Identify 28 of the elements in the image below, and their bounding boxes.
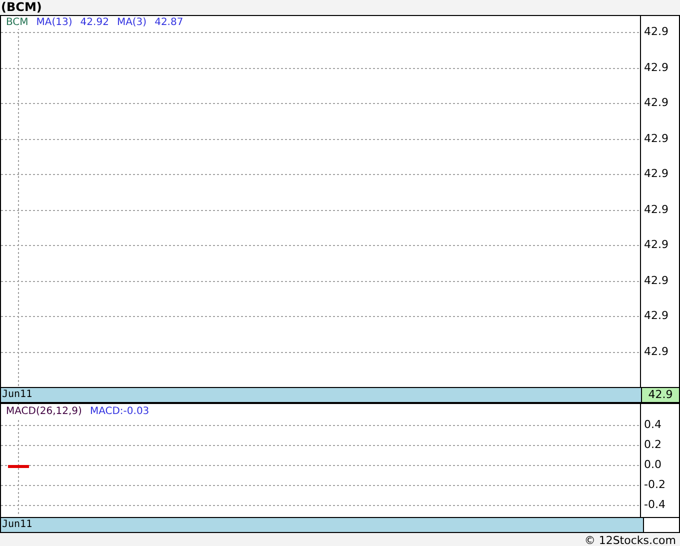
axis-label: 42.9 — [644, 238, 668, 252]
legend-label: 42.92 — [80, 16, 109, 29]
legend-label: MA(3) — [116, 16, 147, 29]
axis-label: 42.9 — [644, 274, 668, 288]
axis-label: 42.9 — [644, 25, 668, 39]
axis-label: 42.9 — [644, 203, 668, 217]
macd-bar — [8, 465, 29, 468]
legend-label: MACD(26,12,9) — [6, 405, 82, 418]
axis-label: 0.4 — [644, 418, 662, 432]
last-price-tag: 42.9 — [641, 388, 679, 402]
axis-label: -0.2 — [644, 478, 666, 492]
axis-label: 42.9 — [644, 167, 668, 181]
legend-label: 42.87 — [154, 16, 184, 29]
axis-label: 42.9 — [644, 345, 668, 359]
chart-title: (BCM) — [0, 0, 42, 15]
legend-label: BCM — [6, 16, 28, 29]
date-label: Jun11 — [1, 388, 641, 402]
axis-label: 0.0 — [644, 458, 662, 472]
axis-label: 42.9 — [644, 132, 668, 146]
legend-label: MACD:-0.03 — [90, 405, 150, 418]
axis-label: 42.9 — [644, 61, 668, 75]
axis-label: -0.4 — [644, 498, 666, 512]
axis-label: 42.9 — [644, 96, 668, 110]
date-label: Jun11 — [1, 518, 644, 532]
copyright-text: © 12Stocks.com — [584, 534, 676, 546]
axis-label: 0.2 — [644, 438, 662, 452]
legend-label: MA(13) — [36, 16, 72, 29]
axis-label: 42.9 — [644, 309, 668, 323]
